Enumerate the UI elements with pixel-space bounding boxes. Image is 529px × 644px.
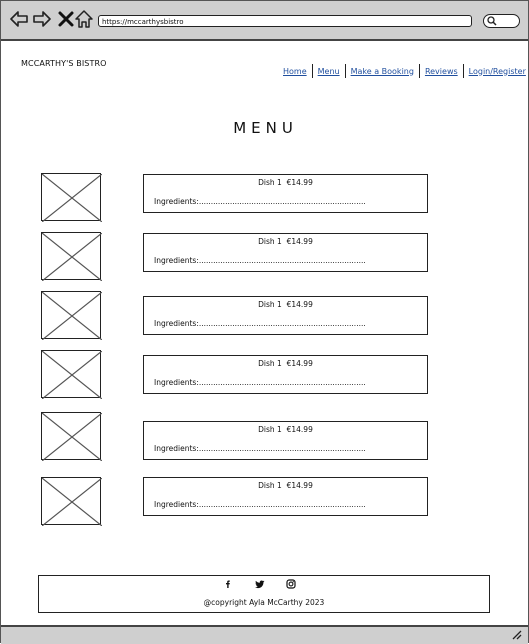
- back-arrow-icon[interactable]: [10, 10, 28, 28]
- dish-price: €14.99: [286, 481, 313, 490]
- nav-divider: [311, 64, 313, 78]
- search-icon: [487, 16, 497, 26]
- browser-status-bar: [1, 625, 528, 644]
- page-title: MENU: [233, 119, 298, 137]
- dish-ingredients: Ingredients:............................…: [154, 197, 366, 206]
- dish-ingredients: Ingredients:............................…: [154, 378, 366, 387]
- site-footer: @copyright Ayla McCarthy 2023: [38, 575, 490, 613]
- dish-name: Dish 1: [258, 300, 282, 309]
- dish-ingredients: Ingredients:............................…: [154, 500, 366, 509]
- dish-image-placeholder: [41, 350, 102, 399]
- facebook-icon[interactable]: [223, 579, 233, 589]
- url-input[interactable]: https://mccarthysbistro: [98, 15, 472, 27]
- dish-price: €14.99: [286, 425, 313, 434]
- browser-search-button[interactable]: [483, 14, 520, 28]
- dish-heading: Dish 1 €14.99: [144, 481, 427, 490]
- copyright-text: @copyright Ayla McCarthy 2023: [203, 598, 325, 607]
- dish-image-placeholder: [41, 291, 102, 340]
- menu-item-card: Dish 1 €14.99 Ingredients:..............…: [143, 233, 428, 272]
- menu-item-card: Dish 1 €14.99 Ingredients:..............…: [143, 355, 428, 394]
- menu-item-card: Dish 1 €14.99 Ingredients:..............…: [143, 296, 428, 335]
- dish-price: €14.99: [286, 359, 313, 368]
- home-icon[interactable]: [75, 10, 93, 28]
- dish-image-placeholder: [41, 173, 102, 222]
- nav-link-login-register[interactable]: Login/Register: [467, 67, 528, 76]
- menu-item-card: Dish 1 €14.99 Ingredients:..............…: [143, 174, 428, 213]
- dish-name: Dish 1: [258, 425, 282, 434]
- nav-link-home[interactable]: Home: [281, 67, 309, 76]
- browser-toolbar: https://mccarthysbistro: [1, 1, 528, 41]
- dish-ingredients: Ingredients:............................…: [154, 319, 366, 328]
- main-nav: Home Menu Make a Booking Reviews Login/R…: [281, 63, 528, 79]
- dish-image-placeholder: [41, 412, 102, 461]
- nav-link-reviews[interactable]: Reviews: [423, 67, 460, 76]
- dish-heading: Dish 1 €14.99: [144, 178, 427, 187]
- nav-link-make-a-booking[interactable]: Make a Booking: [349, 67, 416, 76]
- close-icon[interactable]: [57, 10, 75, 28]
- instagram-icon[interactable]: [286, 579, 296, 589]
- dish-name: Dish 1: [258, 481, 282, 490]
- menu-item-card: Dish 1 €14.99 Ingredients:..............…: [143, 477, 428, 516]
- dish-name: Dish 1: [258, 237, 282, 246]
- dish-name: Dish 1: [258, 178, 282, 187]
- site-brand[interactable]: MCCARTHY'S BISTRO: [21, 59, 107, 68]
- dish-ingredients: Ingredients:............................…: [154, 256, 366, 265]
- dish-image-placeholder: [41, 232, 102, 281]
- nav-divider: [418, 64, 420, 78]
- dish-image-placeholder: [41, 477, 102, 526]
- twitter-icon[interactable]: [255, 579, 265, 589]
- dish-price: €14.99: [286, 237, 313, 246]
- resize-handle-icon[interactable]: [512, 630, 522, 640]
- dish-heading: Dish 1 €14.99: [144, 237, 427, 246]
- browser-window: https://mccarthysbistro MCCARTHY'S BISTR…: [0, 0, 529, 644]
- forward-arrow-icon[interactable]: [33, 10, 51, 28]
- dish-price: €14.99: [286, 178, 313, 187]
- dish-heading: Dish 1 €14.99: [144, 300, 427, 309]
- nav-divider: [344, 64, 346, 78]
- dish-name: Dish 1: [258, 359, 282, 368]
- dish-ingredients: Ingredients:............................…: [154, 444, 366, 453]
- nav-link-menu[interactable]: Menu: [316, 67, 342, 76]
- nav-divider: [462, 64, 464, 78]
- menu-item-card: Dish 1 €14.99 Ingredients:..............…: [143, 421, 428, 460]
- dish-price: €14.99: [286, 300, 313, 309]
- dish-heading: Dish 1 €14.99: [144, 425, 427, 434]
- dish-heading: Dish 1 €14.99: [144, 359, 427, 368]
